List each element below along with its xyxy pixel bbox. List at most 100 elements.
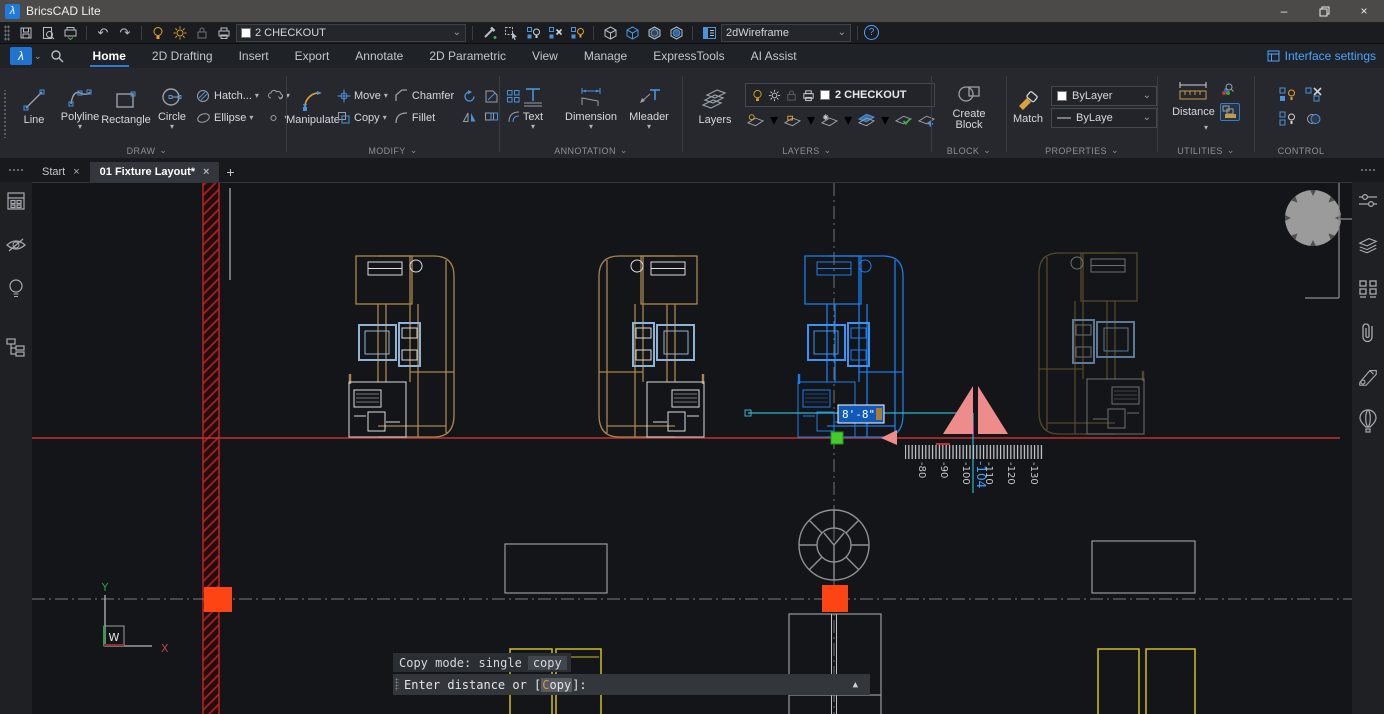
settings-panel-button[interactable] xyxy=(1357,190,1379,212)
move-button[interactable]: Move xyxy=(354,90,381,102)
sun-icon[interactable] xyxy=(768,89,781,102)
column-marker-center[interactable] xyxy=(822,585,848,612)
ribbon-search-button[interactable] xyxy=(50,49,64,63)
printer-icon[interactable] xyxy=(802,89,815,102)
dropdown-arrow-icon[interactable]: ▾ xyxy=(881,110,889,130)
dropdown-arrow-icon[interactable]: ▾ xyxy=(383,113,387,122)
panel-label-draw[interactable]: DRAW⌄ xyxy=(8,143,286,158)
dropdown-arrow-icon[interactable]: ▾ xyxy=(844,110,852,130)
tab-start[interactable]: Start × xyxy=(32,162,90,182)
dropdown-arrow-icon[interactable]: ▾ xyxy=(807,110,815,130)
mirror-icon[interactable] xyxy=(462,109,477,124)
lock-icon[interactable] xyxy=(786,89,797,102)
dropdown-arrow-icon[interactable]: ▾ xyxy=(1204,123,1208,132)
hide-objects-icon[interactable] xyxy=(1279,111,1297,127)
tab-2d-drafting[interactable]: 2D Drafting xyxy=(139,44,226,68)
copy-button[interactable]: Copy xyxy=(354,112,380,124)
layers-panel-button[interactable] xyxy=(1357,234,1379,256)
application-menu-button[interactable]: λ xyxy=(10,47,32,65)
drawing-canvas[interactable]: .fx-tan { --fm:#a8874f; --fp:#8fb3d6; --… xyxy=(32,182,1352,714)
dropdown-arrow-icon[interactable]: ▾ xyxy=(770,110,778,130)
help-button[interactable]: ? xyxy=(864,25,879,40)
dimension-button[interactable]: Dimension ▾ xyxy=(563,83,619,131)
circle-button[interactable]: Circle ▾ xyxy=(150,83,194,131)
panel-label-annotation[interactable]: ANNOTATION⌄ xyxy=(500,143,682,158)
layer-lock-toggle[interactable] xyxy=(192,24,212,42)
tab-expresstools[interactable]: ExpressTools xyxy=(640,44,737,68)
line-button[interactable]: Line xyxy=(12,86,56,127)
point-icon[interactable] xyxy=(266,111,281,125)
layer-plot-toggle[interactable] xyxy=(214,24,234,42)
interface-settings-button[interactable]: Interface settings xyxy=(1267,49,1376,63)
attachments-panel-button[interactable] xyxy=(1357,322,1379,344)
minimize-button[interactable]: – xyxy=(1264,0,1304,22)
tab-view[interactable]: View xyxy=(519,44,571,68)
layers-button[interactable]: Layers xyxy=(693,86,737,127)
panel-label-layers[interactable]: LAYERS⌄ xyxy=(683,143,931,158)
tab-manage[interactable]: Manage xyxy=(571,44,640,68)
render-mode-button[interactable] xyxy=(644,24,664,42)
fillet-button[interactable]: Fillet xyxy=(412,112,435,124)
command-grip[interactable] xyxy=(395,678,399,691)
layer-state-box[interactable]: 2 CHECKOUT xyxy=(745,83,935,107)
close-icon[interactable]: × xyxy=(73,166,79,178)
left-panel-grip[interactable] xyxy=(0,158,32,182)
restore-button[interactable] xyxy=(1304,0,1344,22)
hide-entities-button[interactable] xyxy=(545,24,565,42)
chamfer-button[interactable]: Chamfer xyxy=(412,90,454,102)
blocks-panel-button[interactable] xyxy=(1357,278,1379,300)
drawing-explorer-button[interactable] xyxy=(699,24,719,42)
tab-2d-parametric[interactable]: 2D Parametric xyxy=(416,44,519,68)
distance-button[interactable]: Distance xyxy=(1172,106,1215,118)
world-view-button[interactable] xyxy=(666,24,686,42)
toolbar-grip[interactable] xyxy=(4,25,10,41)
create-block-button[interactable]: Create Block xyxy=(947,83,991,131)
stretch-icon[interactable] xyxy=(484,109,499,124)
close-button[interactable]: × xyxy=(1344,0,1384,22)
grip-point[interactable] xyxy=(831,432,843,444)
layer-match-icon[interactable] xyxy=(895,113,912,127)
match-properties-button[interactable]: Match xyxy=(1011,87,1045,126)
tab-export[interactable]: Export xyxy=(282,44,343,68)
mleader-button[interactable]: Mleader ▾ xyxy=(627,83,671,131)
overkill-icon[interactable] xyxy=(1305,111,1323,127)
polyline-button[interactable]: Polyline ▾ xyxy=(58,83,102,131)
sheets-panel-button[interactable] xyxy=(1357,366,1379,388)
fixture-block-faint[interactable] xyxy=(1039,253,1144,434)
undo-button[interactable]: ↶ xyxy=(93,24,113,42)
visual-style-dropdown[interactable]: 2dWireframe ⌄ xyxy=(721,24,851,42)
revision-cloud-icon[interactable] xyxy=(268,89,283,103)
layer-freeze-icon[interactable] xyxy=(821,113,838,127)
id-point-icon[interactable] xyxy=(1218,83,1234,99)
redo-button[interactable]: ↷ xyxy=(115,24,135,42)
rosette-column[interactable] xyxy=(799,510,869,580)
linetype-dropdown[interactable]: ByLaye ⌄ xyxy=(1051,108,1157,128)
fixture-block-1[interactable] xyxy=(349,256,454,437)
tab-insert[interactable]: Insert xyxy=(226,44,282,68)
tab-fixture-layout[interactable]: 01 Fixture Layout* × xyxy=(90,162,220,182)
eyedropper-button[interactable] xyxy=(479,24,499,42)
rectangle-button[interactable]: Rectangle xyxy=(104,86,148,127)
hatch-button[interactable]: Hatch... xyxy=(214,90,252,102)
layer-color-swatch[interactable] xyxy=(820,90,830,100)
hatched-wall[interactable] xyxy=(203,183,219,714)
layer-off-icon[interactable] xyxy=(747,113,764,127)
panel-label-properties[interactable]: PROPERTIES⌄ xyxy=(1007,143,1157,158)
layer-freeze-toggle[interactable] xyxy=(170,24,190,42)
panel-label-block[interactable]: BLOCK⌄ xyxy=(932,143,1006,158)
rotate-icon[interactable] xyxy=(462,89,477,104)
end-isolation-icon[interactable] xyxy=(1305,87,1323,103)
command-expand-button[interactable]: ▲ xyxy=(847,680,864,690)
fixture-block-2[interactable] xyxy=(599,256,704,437)
manipulate-button[interactable]: Manipulate xyxy=(291,86,335,127)
new-document-button[interactable]: + xyxy=(219,162,241,182)
quick-measure-button[interactable] xyxy=(1220,103,1240,121)
marker-triangle-small[interactable] xyxy=(881,430,897,445)
properties-panel-button[interactable] xyxy=(5,190,27,212)
dropdown-arrow-icon[interactable]: ▾ xyxy=(249,113,253,122)
lightbulb-icon[interactable] xyxy=(752,89,763,102)
dropdown-arrow-icon[interactable]: ▾ xyxy=(589,124,593,130)
layer-states-icon[interactable] xyxy=(858,113,875,127)
round-column[interactable] xyxy=(1285,190,1341,246)
current-layer-dropdown[interactable]: 2 CHECKOUT ⌄ xyxy=(236,24,466,42)
